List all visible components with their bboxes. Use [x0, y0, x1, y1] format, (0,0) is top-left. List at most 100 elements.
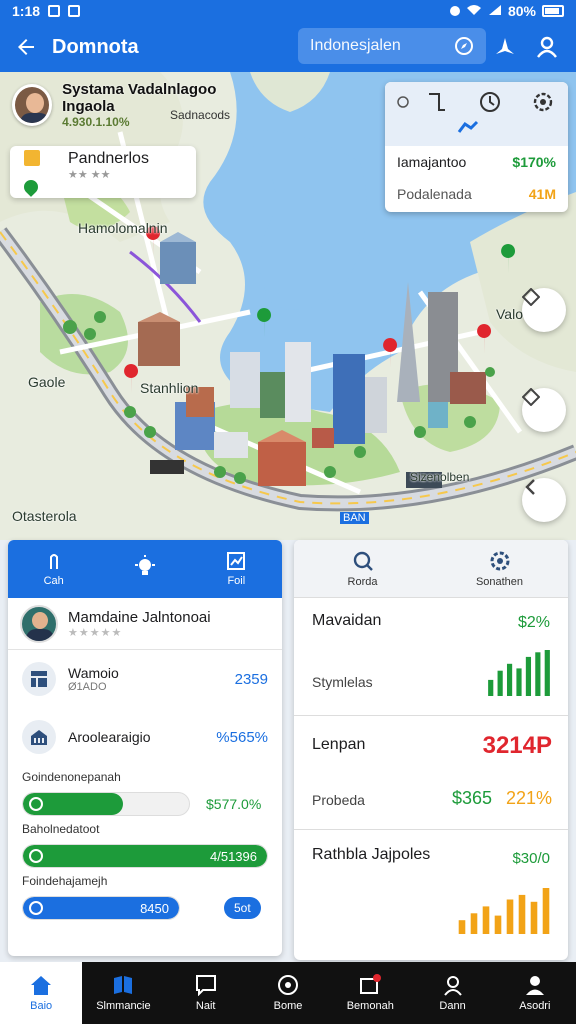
- compass-icon[interactable]: [454, 36, 474, 56]
- chevron-left-icon: [525, 479, 535, 495]
- metric-value: 3214P: [482, 732, 552, 759]
- tab-label: Sonathen: [475, 575, 524, 588]
- item-value: %565%: [216, 728, 268, 746]
- back-button[interactable]: [6, 27, 46, 67]
- progress-value: $577.0%: [206, 796, 262, 812]
- progress-bar[interactable]: 8450: [22, 896, 180, 920]
- metric-section[interactable]: Lenpan 3214P Probeda $365 221%: [294, 716, 568, 830]
- progress-block: Baholnedatoot 4/51396: [8, 822, 282, 870]
- pin-icon: [21, 177, 41, 197]
- user-rating: ★★★★★: [68, 626, 123, 639]
- sparkline-bar: [506, 663, 513, 696]
- nav-label: Baio: [30, 1000, 53, 1012]
- metric-title: Rathbla Jajpoles: [312, 846, 431, 863]
- nav-item-home[interactable]: Baio: [0, 962, 83, 1024]
- notification-icon: [360, 974, 382, 994]
- tab-label: Rorda: [347, 575, 378, 588]
- tab-hand[interactable]: Cah: [8, 540, 99, 598]
- metric-value: $30/0: [512, 850, 550, 867]
- metric-sub: Stymlelas: [312, 674, 373, 690]
- metric-section[interactable]: Mavaidan $2% Stymlelas: [294, 598, 568, 716]
- map-label-bottom-left: Otasterola: [12, 508, 77, 524]
- profile-icon[interactable]: [530, 30, 564, 64]
- message-icon: [68, 5, 81, 17]
- profile-rating: 4.930.1.10%: [62, 115, 130, 129]
- sparkline-bar: [530, 901, 538, 934]
- right-panel-tabs: Rorda Sonathen: [294, 540, 568, 598]
- nav-item-support[interactable]: Dann: [411, 962, 493, 1024]
- layers-button[interactable]: [522, 288, 566, 332]
- progress-label: Baholnedatoot: [22, 822, 100, 836]
- metric-sub: Probeda: [312, 792, 365, 808]
- progress-value: 4/51396: [210, 849, 257, 864]
- collapse-button[interactable]: [522, 478, 566, 522]
- map-label-park: Hamolomalnin: [78, 220, 168, 236]
- gear-icon: [490, 551, 509, 570]
- progress-bar[interactable]: 4/51396: [22, 844, 268, 868]
- item-sub: Ø1ADO: [68, 681, 107, 693]
- battery-text: 80%: [507, 3, 536, 19]
- nav-item-messages[interactable]: Nait: [165, 962, 247, 1024]
- nav-item-compass[interactable]: Bome: [247, 962, 329, 1024]
- metric-value-tertiary: 221%: [505, 788, 552, 808]
- progress-bar[interactable]: [22, 792, 190, 816]
- nav-item-notifications[interactable]: Bemonah: [329, 962, 411, 1024]
- city-map[interactable]: Hamolomalnin Gaole Stanhlion Sizenolben …: [0, 72, 576, 540]
- search-icon: [353, 551, 373, 571]
- layers-icon: [114, 976, 133, 994]
- list-item[interactable]: Wamoio Ø1ADO 2359: [8, 650, 282, 708]
- settings-icon[interactable]: [397, 96, 409, 108]
- locate-button[interactable]: [522, 388, 566, 432]
- navigation-icon[interactable]: [488, 30, 522, 64]
- notification-icon: [48, 5, 61, 17]
- stats-card-header: [385, 82, 568, 146]
- tab-settings[interactable]: Sonathen: [431, 540, 568, 597]
- stats-value: $170%: [512, 154, 556, 170]
- sparkline-bar: [494, 915, 502, 934]
- metric-value-secondary: $365: [452, 788, 493, 808]
- gear-icon[interactable]: [533, 92, 553, 112]
- right-panel: Rorda Sonathen Mavaidan $2% Stymlelas Le…: [294, 540, 568, 960]
- progress-badge[interactable]: 5ot: [224, 897, 261, 919]
- wifi-icon: [466, 3, 482, 19]
- place-icon: [24, 150, 40, 166]
- battery-icon: [542, 5, 564, 17]
- elevator-icon[interactable]: [429, 93, 445, 111]
- sparkline-bar: [544, 650, 550, 696]
- place-card[interactable]: Pandnerlos ★★ ★★: [10, 146, 196, 198]
- sparkline-bar: [482, 906, 490, 934]
- stats-card: Iamajantoo $170% Podalenada 41M: [385, 82, 568, 212]
- metric-title: Lenpan: [312, 736, 366, 753]
- bar-sparkline: [488, 650, 550, 696]
- sparkline-bar: [497, 670, 503, 696]
- user-row[interactable]: Mamdaine Jalntonoai ★★★★★: [8, 598, 282, 650]
- sparkline-bar: [488, 679, 494, 696]
- progress-value: 8450: [140, 901, 169, 916]
- nav-item-layers[interactable]: Slmmancie: [82, 962, 164, 1024]
- progress-label: Foindehajamejh: [22, 874, 108, 888]
- nav-item-profile[interactable]: Asodri: [494, 962, 576, 1024]
- tab-search[interactable]: Rorda: [294, 540, 431, 597]
- item-title: Wamoio: [68, 665, 119, 681]
- sparkline-bar: [506, 899, 514, 934]
- sparkline-bar: [458, 920, 466, 934]
- place-title: Pandnerlos: [68, 149, 149, 167]
- sparkline-bar: [518, 894, 526, 934]
- list-item[interactable]: Aroolearaigio %565%: [8, 708, 282, 766]
- tab-lightbulb[interactable]: [99, 540, 190, 598]
- progress-block: Foindehajamejh 8450 5ot: [8, 874, 282, 922]
- avatar: [12, 84, 53, 126]
- search-input[interactable]: Indonesjalen: [298, 28, 486, 64]
- tab-chart[interactable]: Foil: [191, 540, 282, 598]
- status-time: 1:18: [12, 3, 41, 19]
- metric-section[interactable]: Rathbla Jajpoles $30/0: [294, 830, 568, 960]
- clock-icon[interactable]: [480, 92, 500, 112]
- sparkline-bar: [470, 913, 478, 934]
- compass-icon: [277, 975, 298, 995]
- support-icon: [443, 976, 462, 996]
- profile-icon: [525, 976, 544, 995]
- tab-label: Foil: [227, 575, 246, 587]
- arrow-left-icon: [18, 39, 34, 55]
- user-name: Mamdaine Jalntonoai: [68, 608, 211, 626]
- map-label-right: Valo: [496, 306, 523, 322]
